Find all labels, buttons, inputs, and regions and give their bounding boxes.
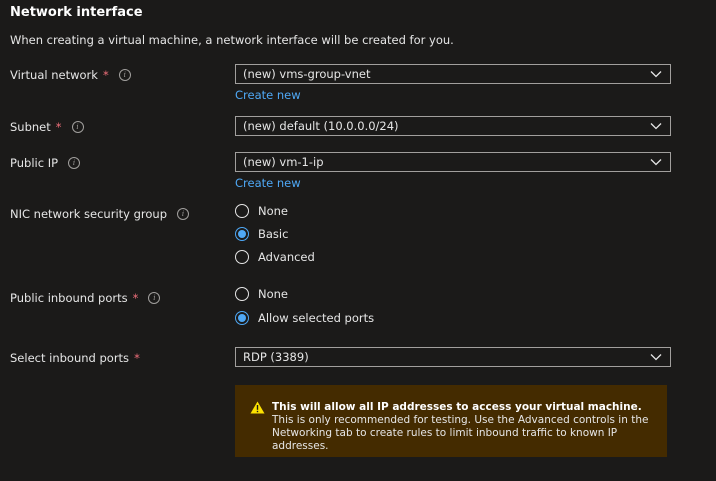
nic-nsg-option-label: Basic bbox=[258, 227, 289, 241]
nic-nsg-option-advanced[interactable]: Advanced bbox=[235, 250, 315, 264]
virtual-network-label-text: Virtual network bbox=[10, 68, 98, 82]
section-description: When creating a virtual machine, a netwo… bbox=[10, 33, 454, 47]
section-title: Network interface bbox=[10, 5, 143, 20]
public-ip-value: (new) vm-1-ip bbox=[243, 155, 324, 169]
inbound-ports-option-allow-selected[interactable]: Allow selected ports bbox=[235, 311, 374, 325]
public-inbound-ports-label: Public inbound ports * i bbox=[10, 291, 161, 305]
inbound-ports-warning: This will allow all IP addresses to acce… bbox=[235, 385, 667, 457]
required-mark: * bbox=[134, 351, 140, 365]
chevron-down-icon bbox=[650, 123, 662, 130]
select-inbound-ports-value: RDP (3389) bbox=[243, 350, 309, 364]
radio-button[interactable] bbox=[235, 204, 249, 218]
public-ip-dropdown[interactable]: (new) vm-1-ip bbox=[235, 152, 671, 172]
virtual-network-dropdown[interactable]: (new) vms-group-vnet bbox=[235, 64, 671, 84]
nic-nsg-option-label: None bbox=[258, 204, 289, 218]
select-inbound-ports-label-text: Select inbound ports bbox=[10, 351, 130, 365]
virtual-network-value: (new) vms-group-vnet bbox=[243, 67, 371, 81]
radio-button-selected[interactable] bbox=[235, 311, 249, 325]
public-ip-label-text: Public IP bbox=[10, 156, 59, 170]
inbound-ports-option-label: None bbox=[258, 287, 289, 301]
radio-button[interactable] bbox=[235, 250, 249, 264]
info-icon[interactable]: i bbox=[71, 121, 84, 133]
nic-nsg-label-text: NIC network security group bbox=[10, 207, 168, 221]
info-icon[interactable]: i bbox=[68, 157, 81, 169]
inbound-ports-option-label: Allow selected ports bbox=[258, 311, 375, 325]
select-inbound-ports-dropdown[interactable]: RDP (3389) bbox=[235, 347, 671, 367]
radio-button-selected[interactable] bbox=[235, 227, 249, 241]
nic-nsg-label: NIC network security group i bbox=[10, 207, 190, 221]
select-inbound-ports-label: Select inbound ports * bbox=[10, 351, 140, 365]
chevron-down-icon bbox=[650, 71, 662, 78]
required-mark: * bbox=[132, 291, 139, 305]
info-icon[interactable]: i bbox=[148, 292, 161, 304]
chevron-down-icon bbox=[650, 159, 662, 166]
public-ip-label: Public IP i bbox=[10, 156, 81, 170]
required-mark: * bbox=[55, 120, 62, 134]
warning-text: This is only recommended for testing. Us… bbox=[272, 414, 649, 452]
create-new-public-ip-link[interactable]: Create new bbox=[235, 176, 301, 190]
network-interface-page: Network interface When creating a virtua… bbox=[0, 0, 716, 481]
info-icon[interactable]: i bbox=[177, 208, 190, 220]
public-inbound-ports-label-text: Public inbound ports bbox=[10, 291, 128, 305]
nic-nsg-option-basic[interactable]: Basic bbox=[235, 227, 288, 241]
subnet-label-text: Subnet bbox=[10, 120, 51, 134]
virtual-network-label: Virtual network * i bbox=[10, 68, 131, 82]
nic-nsg-option-none[interactable]: None bbox=[235, 204, 288, 218]
create-new-virtual-network-link[interactable]: Create new bbox=[235, 88, 301, 102]
chevron-down-icon bbox=[650, 354, 662, 361]
required-mark: * bbox=[102, 68, 109, 82]
nic-nsg-option-label: Advanced bbox=[258, 250, 315, 264]
radio-button[interactable] bbox=[235, 287, 249, 301]
warning-bold-text: This will allow all IP addresses to acce… bbox=[272, 401, 642, 413]
subnet-label: Subnet * i bbox=[10, 120, 84, 134]
info-icon[interactable]: i bbox=[118, 69, 131, 81]
inbound-ports-option-none[interactable]: None bbox=[235, 287, 288, 301]
warning-icon bbox=[250, 401, 265, 414]
subnet-value: (new) default (10.0.0.0/24) bbox=[243, 119, 399, 133]
subnet-dropdown[interactable]: (new) default (10.0.0.0/24) bbox=[235, 116, 671, 136]
